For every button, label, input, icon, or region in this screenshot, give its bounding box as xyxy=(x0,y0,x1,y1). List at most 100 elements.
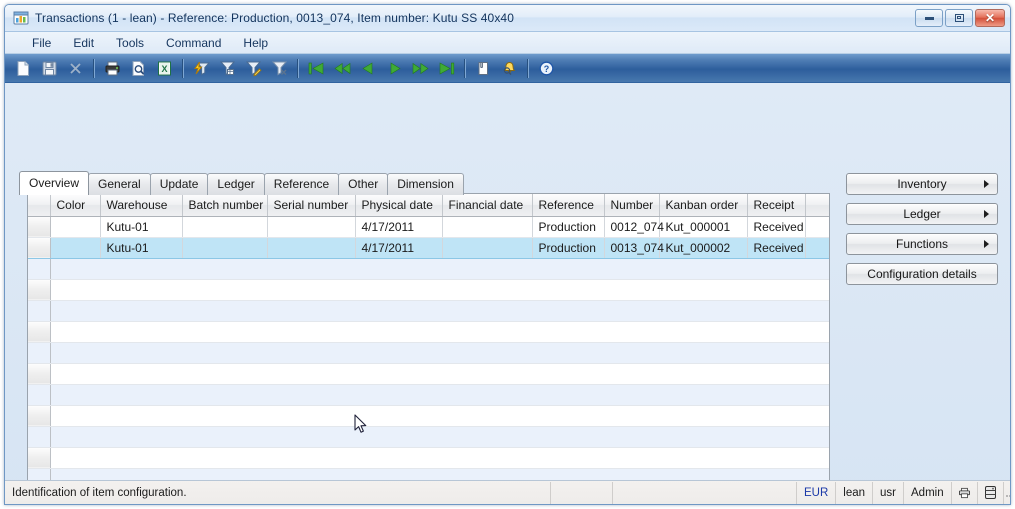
column-header-physical-date[interactable]: Physical date xyxy=(355,194,443,217)
tab-overview[interactable]: Overview xyxy=(19,171,90,195)
column-header-number[interactable]: Number xyxy=(604,194,660,217)
table-row[interactable] xyxy=(28,258,829,280)
cell-batch-number[interactable] xyxy=(182,216,268,238)
table-row[interactable] xyxy=(28,426,829,448)
remove-filter-button[interactable] xyxy=(267,56,292,80)
cell-next-partial[interactable] xyxy=(805,237,829,259)
cell-physical-date[interactable]: 4/17/2011 xyxy=(355,216,443,238)
column-header-financial-date[interactable]: Financial date xyxy=(442,194,533,217)
tab-dimension[interactable]: Dimension xyxy=(387,173,464,195)
cell-kanban-order[interactable]: Kut_000001 xyxy=(659,216,748,238)
table-row[interactable] xyxy=(28,363,829,385)
previous-record-button[interactable] xyxy=(356,56,381,80)
empty-row-cells[interactable] xyxy=(50,258,829,280)
tab-general[interactable]: General xyxy=(88,173,151,195)
cell-color[interactable] xyxy=(50,237,101,259)
table-row[interactable] xyxy=(28,342,829,364)
restore-button[interactable] xyxy=(945,9,973,27)
database-button[interactable] xyxy=(978,481,1004,504)
title-bar[interactable]: Transactions (1 - lean) - Reference: Pro… xyxy=(5,5,1010,32)
attachments-button[interactable] xyxy=(471,56,496,80)
column-header-next-partial[interactable] xyxy=(805,194,829,217)
empty-row-cells[interactable] xyxy=(50,447,829,469)
column-header-kanban-order[interactable]: Kanban order xyxy=(659,194,748,217)
functions-button[interactable]: Functions xyxy=(846,233,998,255)
filter-lightning-button[interactable] xyxy=(189,56,214,80)
table-row[interactable] xyxy=(28,279,829,301)
menu-item-tools[interactable]: Tools xyxy=(105,34,155,52)
menu-item-help[interactable]: Help xyxy=(232,34,279,52)
next-page-button[interactable] xyxy=(408,56,433,80)
delete-button[interactable] xyxy=(63,56,88,80)
new-button[interactable] xyxy=(11,56,36,80)
export-to-excel-button[interactable]: X xyxy=(152,56,177,80)
row-selector[interactable] xyxy=(28,300,51,322)
cell-reference[interactable]: Production xyxy=(532,237,605,259)
tab-reference[interactable]: Reference xyxy=(263,173,340,195)
table-row[interactable] xyxy=(28,321,829,343)
row-selector[interactable] xyxy=(28,321,51,343)
save-button[interactable] xyxy=(37,56,62,80)
row-selector[interactable] xyxy=(28,237,51,259)
cell-next-partial[interactable] xyxy=(805,216,829,238)
empty-row-cells[interactable] xyxy=(50,300,829,322)
cell-financial-date[interactable] xyxy=(442,216,533,238)
row-selector[interactable] xyxy=(28,342,51,364)
empty-row-cells[interactable] xyxy=(50,426,829,448)
tab-other[interactable]: Other xyxy=(338,173,389,195)
status-currency[interactable]: EUR xyxy=(797,481,837,504)
empty-row-cells[interactable] xyxy=(50,321,829,343)
print-preview-button[interactable] xyxy=(126,56,151,80)
advanced-filter-button[interactable] xyxy=(241,56,266,80)
inventory-button[interactable]: Inventory xyxy=(846,173,998,195)
table-row[interactable] xyxy=(28,405,829,427)
cell-reference[interactable]: Production xyxy=(532,216,605,238)
empty-row-cells[interactable] xyxy=(50,405,829,427)
column-header-warehouse[interactable]: Warehouse xyxy=(100,194,183,217)
empty-row-cells[interactable] xyxy=(50,384,829,406)
tab-ledger[interactable]: Ledger xyxy=(207,173,265,195)
cell-color[interactable] xyxy=(50,216,101,238)
close-button[interactable]: ✕ xyxy=(975,9,1005,27)
cell-receipt[interactable]: Received xyxy=(747,237,806,259)
last-record-button[interactable] xyxy=(434,56,459,80)
column-header-serial-number[interactable]: Serial number xyxy=(267,194,356,217)
resize-grip-icon[interactable] xyxy=(1004,487,1010,499)
previous-page-button[interactable] xyxy=(330,56,355,80)
cell-kanban-order[interactable]: Kut_000002 xyxy=(659,237,748,259)
table-row[interactable] xyxy=(28,300,829,322)
minimize-button[interactable] xyxy=(915,9,943,27)
column-header-reference[interactable]: Reference xyxy=(532,194,605,217)
next-record-button[interactable] xyxy=(382,56,407,80)
row-selector[interactable] xyxy=(28,447,51,469)
first-record-button[interactable] xyxy=(304,56,329,80)
menu-item-edit[interactable]: Edit xyxy=(62,34,105,52)
cell-number[interactable]: 0012_074 xyxy=(604,216,664,238)
row-selector[interactable] xyxy=(28,279,51,301)
row-selector[interactable] xyxy=(28,258,51,280)
row-selector[interactable] xyxy=(28,426,51,448)
configuration-details-button[interactable]: Configuration details xyxy=(846,263,998,285)
column-header-receipt[interactable]: Receipt xyxy=(747,194,806,217)
cell-serial-number[interactable] xyxy=(267,216,356,238)
column-header-color[interactable]: Color xyxy=(50,194,101,217)
alerts-button[interactable] xyxy=(497,56,522,80)
cell-batch-number[interactable] xyxy=(182,237,268,259)
cell-physical-date[interactable]: 4/17/2011 xyxy=(355,237,443,259)
cell-number[interactable]: 0013_074 xyxy=(604,237,664,259)
help-button[interactable]: ? xyxy=(534,56,559,80)
print-button[interactable] xyxy=(100,56,125,80)
empty-row-cells[interactable] xyxy=(50,363,829,385)
status-role[interactable]: Admin xyxy=(904,481,952,504)
transactions-grid[interactable]: Color Warehouse Batch number Serial numb… xyxy=(27,193,830,504)
row-selector[interactable] xyxy=(28,363,51,385)
status-company[interactable]: lean xyxy=(836,481,874,504)
empty-row-cells[interactable] xyxy=(50,342,829,364)
row-selector[interactable] xyxy=(28,216,51,238)
status-user[interactable]: usr xyxy=(873,481,905,504)
column-header-batch-number[interactable]: Batch number xyxy=(182,194,268,217)
row-selector[interactable] xyxy=(28,405,51,427)
table-row[interactable] xyxy=(28,447,829,469)
filter-by-grid-button[interactable] xyxy=(215,56,240,80)
print-destination-button[interactable] xyxy=(952,481,978,504)
